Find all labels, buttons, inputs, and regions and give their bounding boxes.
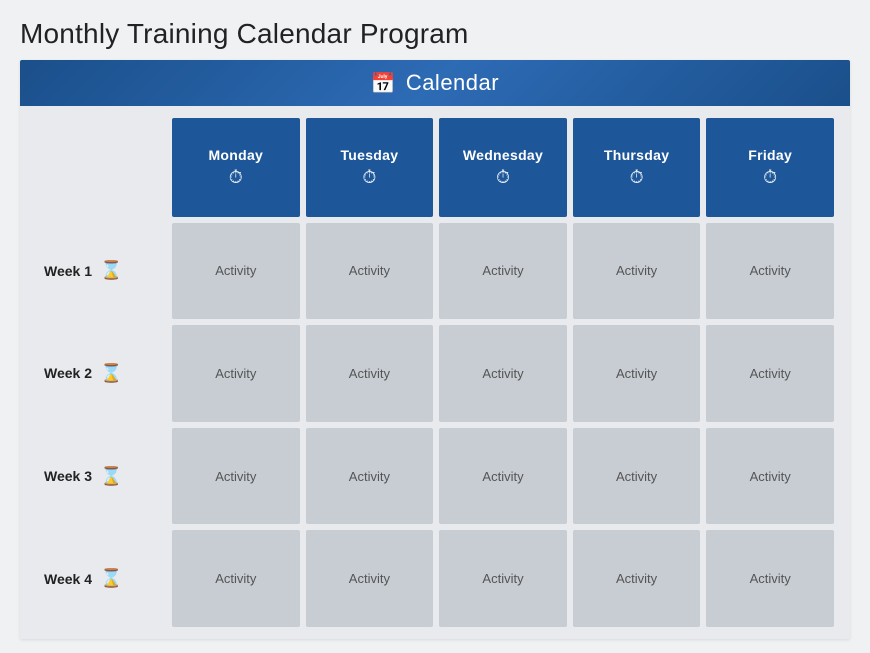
week-1-wednesday-cell[interactable]: Activity bbox=[439, 223, 567, 320]
friday-timer-icon: ⏱ bbox=[763, 167, 777, 188]
week-4-label: Week 4 ⌛ bbox=[36, 530, 166, 627]
week-3-tuesday-cell[interactable]: Activity bbox=[306, 428, 434, 525]
week-1-thursday-cell[interactable]: Activity bbox=[573, 223, 701, 320]
week-2-wednesday-cell[interactable]: Activity bbox=[439, 325, 567, 422]
tuesday-timer-icon: ⏱ bbox=[362, 167, 376, 188]
day-header-thursday: Thursday ⏱ bbox=[573, 118, 701, 217]
week-1-label: Week 1 ⌛ bbox=[36, 223, 166, 320]
week-3-label: Week 3 ⌛ bbox=[36, 428, 166, 525]
calendar-header-bar: 📅 Calendar bbox=[20, 60, 850, 106]
week-2-tuesday-cell[interactable]: Activity bbox=[306, 325, 434, 422]
week-2-hourglass-icon: ⌛ bbox=[100, 363, 122, 384]
calendar-title: Calendar bbox=[406, 70, 499, 96]
calendar-container: 📅 Calendar Monday ⏱ Tuesday ⏱ Wednesday … bbox=[20, 60, 850, 639]
thursday-timer-icon: ⏱ bbox=[630, 167, 644, 188]
week-4-tuesday-cell[interactable]: Activity bbox=[306, 530, 434, 627]
week-4-wednesday-cell[interactable]: Activity bbox=[439, 530, 567, 627]
week-2-friday-cell[interactable]: Activity bbox=[706, 325, 834, 422]
day-header-wednesday: Wednesday ⏱ bbox=[439, 118, 567, 217]
week-4-friday-cell[interactable]: Activity bbox=[706, 530, 834, 627]
header-empty-cell bbox=[36, 118, 166, 217]
page: Monthly Training Calendar Program 📅 Cale… bbox=[0, 0, 870, 653]
day-header-friday: Friday ⏱ bbox=[706, 118, 834, 217]
week-2-label: Week 2 ⌛ bbox=[36, 325, 166, 422]
week-4-thursday-cell[interactable]: Activity bbox=[573, 530, 701, 627]
calendar-grid: Monday ⏱ Tuesday ⏱ Wednesday ⏱ Thursday … bbox=[36, 118, 834, 627]
day-header-tuesday: Tuesday ⏱ bbox=[306, 118, 434, 217]
week-4-hourglass-icon: ⌛ bbox=[100, 568, 122, 589]
monday-timer-icon: ⏱ bbox=[229, 167, 243, 188]
week-1-monday-cell[interactable]: Activity bbox=[172, 223, 300, 320]
week-3-wednesday-cell[interactable]: Activity bbox=[439, 428, 567, 525]
week-2-monday-cell[interactable]: Activity bbox=[172, 325, 300, 422]
page-title: Monthly Training Calendar Program bbox=[20, 18, 850, 50]
calendar-icon: 📅 bbox=[371, 71, 396, 96]
week-2-thursday-cell[interactable]: Activity bbox=[573, 325, 701, 422]
day-header-monday: Monday ⏱ bbox=[172, 118, 300, 217]
week-1-tuesday-cell[interactable]: Activity bbox=[306, 223, 434, 320]
week-3-hourglass-icon: ⌛ bbox=[100, 466, 122, 487]
week-3-friday-cell[interactable]: Activity bbox=[706, 428, 834, 525]
week-4-monday-cell[interactable]: Activity bbox=[172, 530, 300, 627]
wednesday-timer-icon: ⏱ bbox=[496, 167, 510, 188]
week-1-hourglass-icon: ⌛ bbox=[100, 260, 122, 281]
calendar-body: Monday ⏱ Tuesday ⏱ Wednesday ⏱ Thursday … bbox=[20, 106, 850, 639]
week-3-monday-cell[interactable]: Activity bbox=[172, 428, 300, 525]
week-3-thursday-cell[interactable]: Activity bbox=[573, 428, 701, 525]
week-1-friday-cell[interactable]: Activity bbox=[706, 223, 834, 320]
